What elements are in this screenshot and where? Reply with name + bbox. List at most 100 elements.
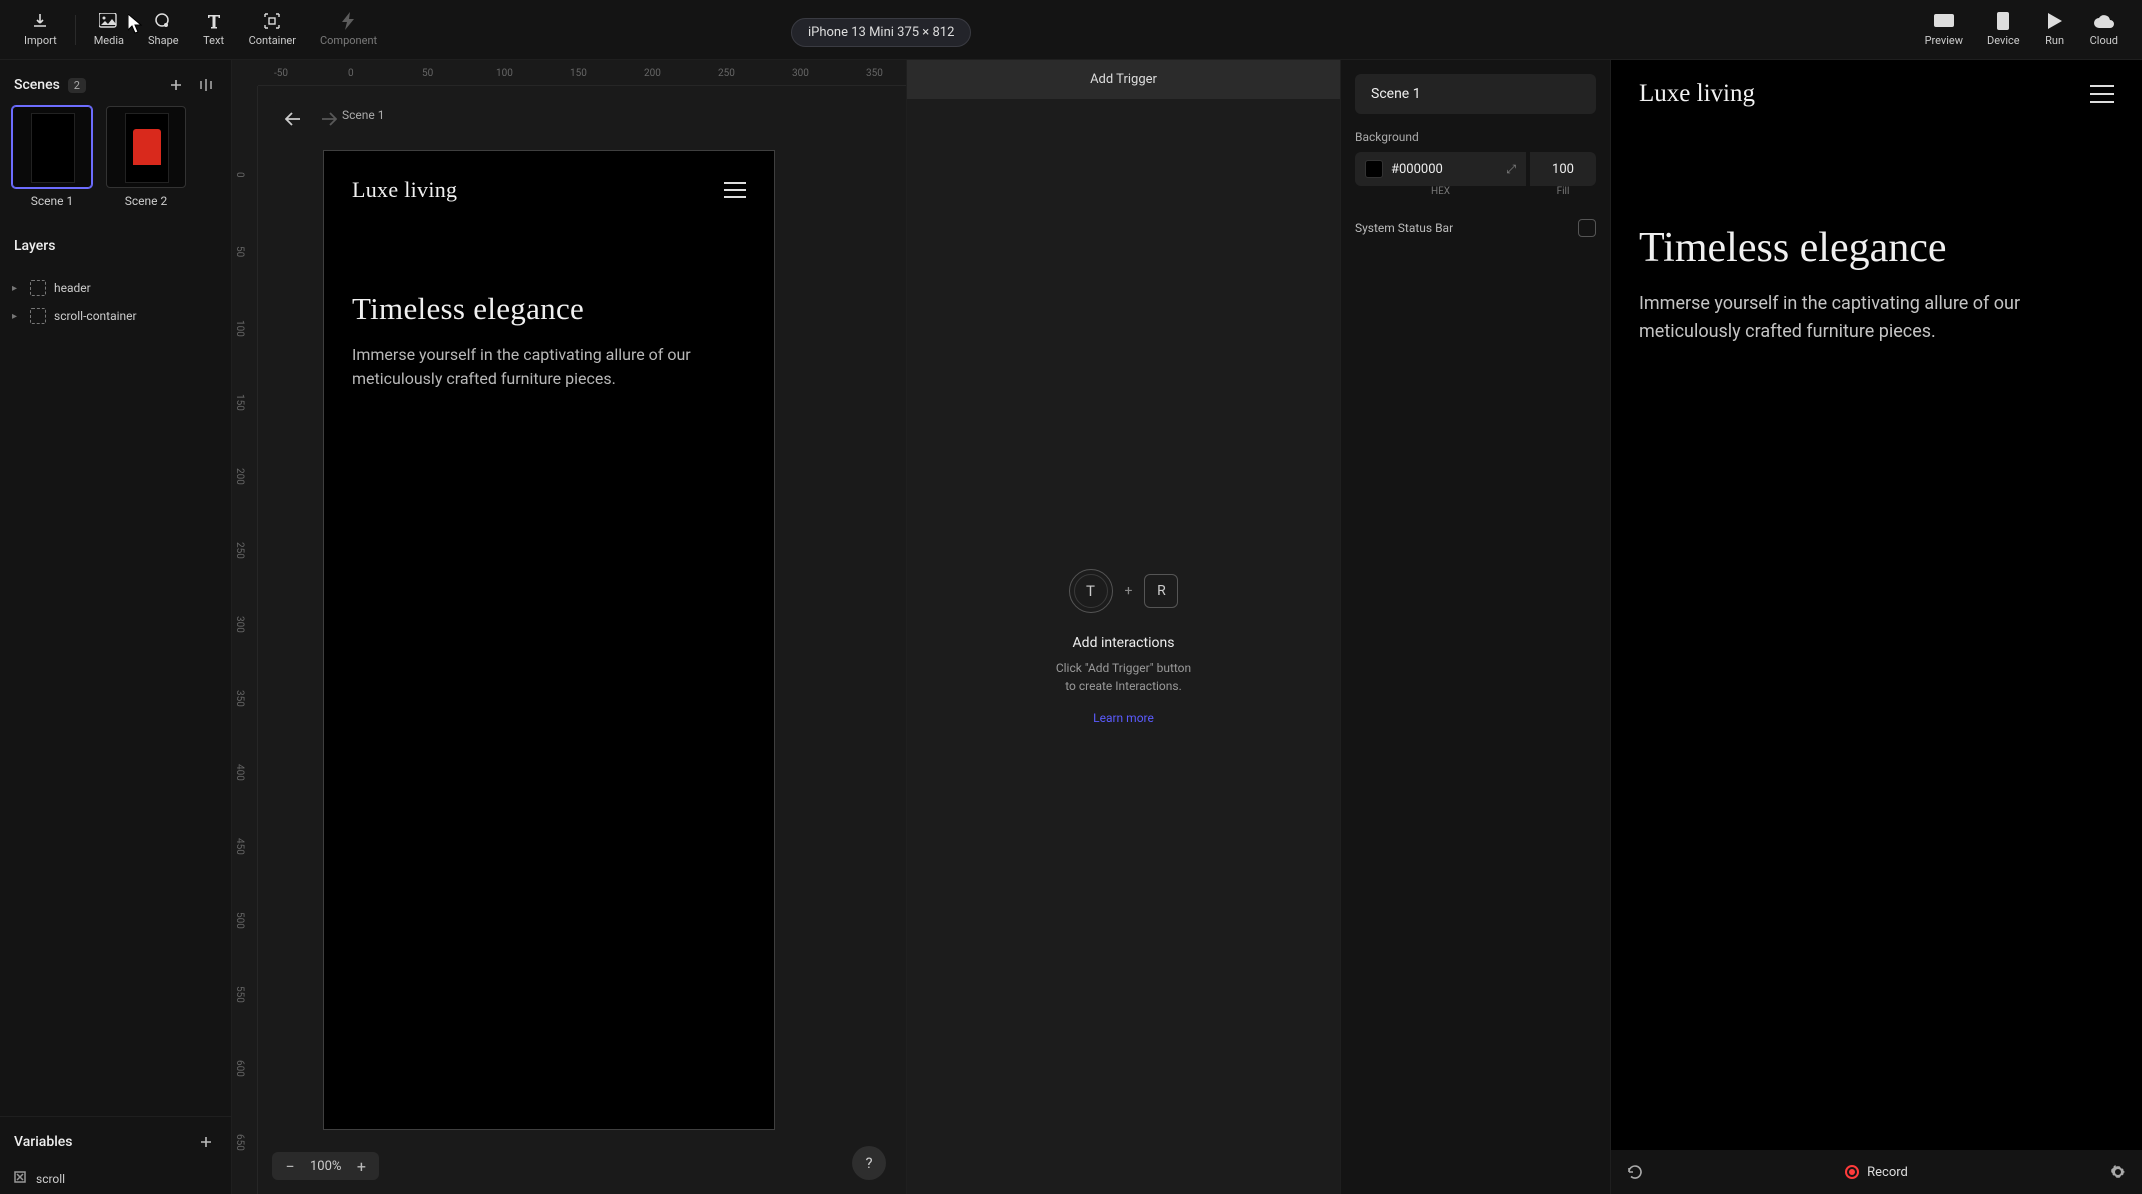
ruler-vertical: 0501001502002503003504004505005506006507… [232,86,258,1194]
hex-sublabel: HEX [1355,186,1526,197]
component-button[interactable]: Component [308,8,389,51]
zoom-control: − 100% + [272,1152,379,1180]
layers-list: ▸ header ▸ scroll-container [0,264,231,340]
import-icon [29,12,51,30]
trigger-t-icon: T [1069,569,1113,613]
ruler-horizontal: -50050100150200250300350400450 [258,60,906,86]
bolt-icon [338,12,360,30]
container-button[interactable]: Container [237,8,308,51]
breadcrumb[interactable]: Scene 1 [342,108,384,122]
container-icon [261,12,283,30]
layers-header: Layers [0,216,231,264]
record-icon [1845,1165,1859,1179]
left-panel: Scenes 2 Scene 1 Scene 2 Layers [0,60,232,1194]
learn-more-link[interactable]: Learn more [1093,711,1154,725]
preview-hero: Timeless elegance Immerse yourself in th… [1611,128,2142,346]
color-swatch [1365,160,1383,178]
artboard-hero: Timeless elegance Immerse yourself in th… [324,229,774,391]
background-hex-field[interactable]: #000000 ⤢ [1355,152,1526,186]
triggers-empty-title: Add interactions [1073,635,1175,651]
variables-title: Variables [14,1134,72,1150]
scene-name-field[interactable]: Scene 1 [1355,74,1596,114]
triggers-empty-state: T + R Add interactions Click "Add Trigge… [907,99,1340,1194]
record-button[interactable]: Record [1845,1165,1908,1180]
variable-scroll[interactable]: scroll [0,1163,231,1194]
scenes-list: Scene 1 Scene 2 [0,106,231,216]
container-icon [30,280,46,296]
fill-sublabel: Fill [1530,186,1596,197]
zoom-out-button[interactable]: − [280,1156,300,1176]
scenes-count-badge: 2 [68,78,86,93]
scenes-settings-button[interactable] [195,74,217,96]
variables-header: Variables [0,1117,231,1163]
zoom-value: 100% [310,1159,341,1174]
artboard[interactable]: Luxe living Timeless elegance Immerse yo… [323,150,775,1130]
zoom-in-button[interactable]: + [351,1156,371,1176]
nav-back-forward [272,102,350,136]
layer-scroll-container[interactable]: ▸ scroll-container [0,302,231,330]
device-selector[interactable]: iPhone 13 Mini 375 × 812 [791,18,971,47]
scene-label: Scene 2 [125,194,167,208]
text-icon [203,12,225,30]
artboard-header: Luxe living [324,151,774,229]
body-text: Immerse yourself in the captivating allu… [352,343,746,391]
layer-name: header [54,281,91,295]
toolbar-separator [75,15,76,45]
preview-icon [1933,12,1955,30]
variable-name: scroll [36,1172,65,1186]
container-icon [30,308,46,324]
eyedropper-icon[interactable]: ⤢ [1506,162,1516,177]
brand-text: Luxe living [352,177,457,203]
layer-name: scroll-container [54,309,137,323]
system-status-bar-row: System Status Bar [1355,219,1596,237]
text-button[interactable]: Text [191,8,237,51]
phone-icon [1992,12,2014,30]
preview-settings-button[interactable] [2108,1162,2128,1182]
add-variable-button[interactable] [195,1131,217,1153]
image-icon [98,12,120,30]
run-button[interactable]: Run [2032,8,2078,51]
preview-body: Immerse yourself in the captivating allu… [1639,290,2109,346]
shape-button[interactable]: Shape [136,8,191,51]
forward-button[interactable] [316,106,342,132]
add-trigger-button[interactable]: Add Trigger [907,60,1340,99]
caret-icon: ▸ [12,311,22,322]
properties-panel: Scene 1 Background #000000 ⤢ 100 HEX Fil… [1340,60,1610,1194]
cloud-button[interactable]: Cloud [2078,8,2130,51]
canvas[interactable]: -50050100150200250300350400450 050100150… [232,60,906,1194]
scene-label: Scene 1 [31,194,73,208]
caret-icon: ▸ [12,283,22,294]
back-button[interactable] [280,106,306,132]
hex-value: #000000 [1391,162,1498,177]
background-label: Background [1355,130,1596,144]
add-scene-button[interactable] [165,74,187,96]
triggers-empty-sub: Click "Add Trigger" button to create Int… [1056,659,1191,695]
plus-icon: + [1125,583,1133,599]
variable-icon [14,1171,26,1186]
preview-headline: Timeless elegance [1639,224,2114,272]
record-label: Record [1867,1165,1908,1180]
device-button[interactable]: Device [1975,8,2032,51]
preview-button[interactable]: Preview [1913,8,1975,51]
cloud-icon [2093,12,2115,30]
triggers-panel: Add Trigger T + R Add interactions Click… [906,60,1340,1194]
scene-item-2[interactable]: Scene 2 [106,106,186,208]
headline-text: Timeless elegance [352,291,746,327]
response-r-icon: R [1144,574,1178,608]
import-button[interactable]: Import [12,8,69,51]
preview-hamburger-icon[interactable] [2090,85,2114,103]
scenes-title: Scenes [14,77,60,93]
preview-header: Luxe living [1611,60,2142,128]
status-bar-checkbox[interactable] [1578,219,1596,237]
background-fill-field[interactable]: 100 [1530,152,1596,186]
layer-header[interactable]: ▸ header [0,274,231,302]
media-button[interactable]: Media [82,8,136,51]
reload-button[interactable] [1625,1162,1645,1182]
play-icon [2044,12,2066,30]
scene-item-1[interactable]: Scene 1 [12,106,92,208]
shape-icon [152,12,174,30]
help-button[interactable]: ? [852,1146,886,1180]
scene-thumb-2 [106,106,186,188]
layers-title: Layers [14,238,55,254]
preview-footer: Record [1611,1150,2142,1194]
